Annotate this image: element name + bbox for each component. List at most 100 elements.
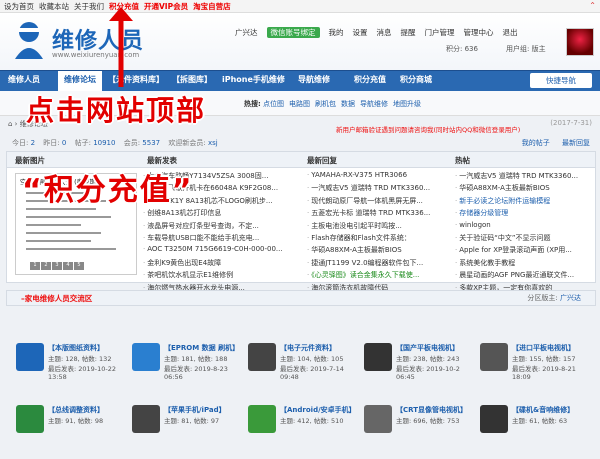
forum-icon[interactable] — [480, 405, 508, 433]
hot-item-0[interactable]: 点位图 — [263, 100, 284, 108]
forum-item[interactable]: 【国产平板电视机】 主题: 238, 帖数: 243 最后发表: 2019-10-2… — [364, 343, 476, 397]
forum-name[interactable]: 【EPROM 数据 刷机】 — [164, 343, 239, 353]
list-item[interactable]: 现代朗动原厂导航一体机黑屏无屏... — [307, 196, 449, 208]
user-link-4[interactable]: 消息 — [377, 28, 392, 37]
forum-icon[interactable] — [248, 343, 276, 371]
list-item[interactable]: 创维8A13机芯打印信息 — [143, 208, 303, 220]
section-title[interactable]: –家电维修人员交流区 — [21, 293, 92, 304]
hot-item-3[interactable]: 数据 — [341, 100, 355, 108]
user-group[interactable]: 用户组: 版主 — [506, 44, 546, 54]
list-item[interactable]: 五菱宏光卡标 道瑞特 TRD MTK336... — [307, 208, 449, 220]
list-item[interactable]: 一汽威志V5 道瑞特 TRD MTK3360... — [307, 183, 449, 195]
forum-last-post[interactable]: 最后发表: 2019-8-21 — [512, 363, 576, 373]
forum-item[interactable]: 【电子元件资料】 主题: 104, 帖数: 105 最后发表: 2019-7-14 0… — [248, 343, 360, 397]
forum-name[interactable]: 【苹果手机/iPad】 — [164, 405, 226, 415]
list-item[interactable]: 晨星动画的AGF PNG最近通联文件... — [455, 270, 591, 282]
nav-item-3[interactable]: 【拆图库】 — [172, 74, 212, 85]
thumb-page-3[interactable]: 4 — [63, 262, 73, 270]
forum-name[interactable]: 【碟机&音响维修】 — [512, 405, 574, 415]
forum-item[interactable]: 【Android/安卓手机】 主题: 412, 帖数: 510 — [248, 405, 360, 459]
forum-item[interactable]: 【CRT显像管电视机】 主题: 696, 帖数: 753 — [364, 405, 476, 459]
list-item[interactable]: Apple for XP登录滚动声面 (XP用... — [455, 245, 591, 257]
hot-item-4[interactable]: 导航维修 — [360, 100, 388, 108]
list-item[interactable]: 《心灵驿图》读合金集永久下载使... — [307, 270, 449, 282]
forum-icon[interactable] — [248, 405, 276, 433]
list-item[interactable]: 新手必读之论坛附件运输模程 — [455, 196, 591, 208]
user-link-0[interactable]: 广兴达 — [235, 28, 258, 37]
forum-last-post[interactable]: 最后发表: 2019-10-2 — [396, 363, 460, 373]
list-item[interactable]: 关于验证码“中文”不显示问题 — [455, 233, 591, 245]
forum-last-post[interactable]: 最后发表: 2019-7-14 — [280, 363, 344, 373]
user-link-5[interactable]: 提醒 — [401, 28, 416, 37]
top-link-5[interactable]: 淘宝自营店 — [193, 2, 231, 11]
forum-last-post[interactable]: 最后发表: 2019-8-23 — [164, 363, 228, 373]
forum-name[interactable]: 【本版图纸资料】 — [48, 343, 104, 353]
forum-last-post[interactable]: 最后发表: 2019-10-22 — [48, 363, 116, 373]
list-item[interactable]: 车载导航USB口能不能给手机充电... — [143, 233, 303, 245]
latest-replies-link[interactable]: 最新回复 — [562, 139, 590, 147]
list-item[interactable]: 捷通JT1199 V2.0编程器软件包下... — [307, 258, 449, 270]
forum-icon[interactable] — [16, 405, 44, 433]
forum-name[interactable]: 【电子元件资料】 — [280, 343, 336, 353]
top-link-1[interactable]: 收藏本站 — [39, 2, 69, 11]
nav-item-4[interactable]: iPhone手机维修 — [222, 74, 285, 85]
thumb-page-1[interactable]: 2 — [41, 262, 51, 270]
list-item[interactable]: 主板电池没电引起平时鸣按... — [307, 221, 449, 233]
thumb-page-2[interactable]: 3 — [52, 262, 62, 270]
forum-item[interactable]: 【进口平板电视机】 主题: 155, 帖数: 157 最后发表: 2019-8-21… — [480, 343, 592, 397]
list-item[interactable]: 金利K9黄色出现E4故障 — [143, 258, 303, 270]
hot-item-1[interactable]: 电路图 — [289, 100, 310, 108]
top-link-4[interactable]: 开通VIP会员 — [144, 2, 188, 11]
user-link-8[interactable]: 退出 — [503, 28, 518, 37]
list-item[interactable]: 液晶屏号对应灯条型号查询，不定... — [143, 221, 303, 233]
nav-item-0[interactable]: 维修人员 — [8, 74, 40, 85]
list-item[interactable]: 茶吧机饮水机显示E1维修例 — [143, 270, 303, 282]
forum-item[interactable]: 【碟机&音响维修】 主题: 61, 帖数: 63 — [480, 405, 592, 459]
avatar[interactable] — [566, 28, 594, 56]
user-link-7[interactable]: 管理中心 — [464, 28, 494, 37]
user-link-3[interactable]: 设置 — [353, 28, 368, 37]
list-item[interactable]: AOC T3250M 715G6619-C0H-000-00... — [143, 245, 303, 257]
list-item[interactable]: 华硕A88XM-A主板最新BIOS — [455, 183, 591, 195]
notice-text[interactable]: 新用户邮箱验证遇到问题请咨询我(同时站内QQ和微信登录用户) — [336, 124, 520, 134]
forum-name[interactable]: 【CRT显像管电视机】 — [396, 405, 467, 415]
user-link-6[interactable]: 门户管理 — [425, 28, 455, 37]
forum-icon[interactable] — [480, 343, 508, 371]
forum-name[interactable]: 【Android/安卓手机】 — [280, 405, 356, 415]
moderator-link[interactable]: 广兴达 — [560, 294, 581, 302]
hot-item-5[interactable]: 地图升级 — [393, 100, 421, 108]
forum-item[interactable]: 【本版图纸资料】 主题: 128, 帖数: 132 最后发表: 2019-10-22… — [16, 343, 128, 397]
forum-icon[interactable] — [132, 343, 160, 371]
forum-icon[interactable] — [364, 405, 392, 433]
list-item[interactable]: 一汽威志V5 道瑞特 TRD MTK3360... — [455, 171, 591, 183]
nav-item-5[interactable]: 导航维修 — [298, 74, 330, 85]
collapse-icon[interactable]: ⌃ — [589, 1, 596, 10]
forum-name[interactable]: 【总线调整资料】 — [48, 405, 104, 415]
list-item[interactable]: winlogon — [455, 221, 591, 233]
thumb-page-0[interactable]: 1 — [30, 262, 40, 270]
forum-icon[interactable] — [16, 343, 44, 371]
list-item[interactable]: Flash存储器和Flash文件系统： — [307, 233, 449, 245]
forum-item[interactable]: 【苹果手机/iPad】 主题: 81, 帖数: 97 — [132, 405, 244, 459]
list-item[interactable]: 存储器分级管理 — [455, 208, 591, 220]
home-icon[interactable]: ⌂ › — [8, 120, 20, 128]
my-posts-link[interactable]: 我的帖子 — [522, 139, 550, 147]
new-member-link[interactable]: xsj — [208, 139, 218, 147]
list-item[interactable]: 华硕A88XM-A主板最新BIOS — [307, 245, 449, 257]
nav-item-6[interactable]: 积分充值 — [354, 74, 386, 85]
forum-name[interactable]: 【进口平板电视机】 — [512, 343, 575, 353]
list-item[interactable]: YAMAHA-RX-V375 HTR3066 — [307, 171, 449, 183]
top-link-0[interactable]: 设为首页 — [4, 2, 34, 11]
nav-item-7[interactable]: 积分商城 — [400, 74, 432, 85]
list-item[interactable]: 系统美化教手教程 — [455, 258, 591, 270]
forum-icon[interactable] — [132, 405, 160, 433]
user-link-1[interactable]: 微信账号绑定 — [266, 27, 320, 38]
hot-item-2[interactable]: 刷机包 — [315, 100, 336, 108]
quick-nav-button[interactable]: 快捷导航 — [530, 73, 592, 88]
forum-item[interactable]: 【总线调整资料】 主题: 91, 帖数: 98 — [16, 405, 128, 459]
forum-name[interactable]: 【国产平板电视机】 — [396, 343, 459, 353]
points-display[interactable]: 积分: 636 — [446, 44, 478, 54]
thumb-page-4[interactable]: 5 — [74, 262, 84, 270]
top-link-2[interactable]: 关于我们 — [74, 2, 104, 11]
forum-icon[interactable] — [364, 343, 392, 371]
